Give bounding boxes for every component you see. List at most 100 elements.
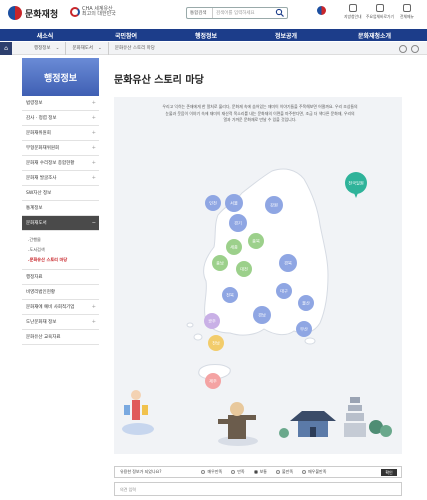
logo-text: 문화재청: [25, 9, 59, 20]
region-marker[interactable]: 전남: [208, 335, 224, 351]
region-label: 세종: [230, 244, 238, 251]
survey-submit-button[interactable]: 확인: [381, 469, 397, 476]
region-marker[interactable]: 강원: [265, 196, 283, 214]
region-marker[interactable]: 울산: [298, 295, 314, 311]
sidebar-item-nonprofit[interactable]: 비영리법인현황: [22, 285, 99, 300]
logo-emblem-icon: [8, 6, 22, 20]
region-marker[interactable]: 광주: [204, 313, 220, 329]
region-label: 대구: [280, 288, 288, 295]
sidebar-item-social-enterprise[interactable]: 문화재에 예비 사회적기업 +: [22, 300, 99, 315]
breadcrumb-level-2[interactable]: 문화재도서 ⌄: [66, 41, 109, 55]
sidebar-title: 행정정보: [22, 58, 99, 96]
sidebar-item-laws[interactable]: 법령정보 +: [22, 96, 99, 111]
sidebar-item-education[interactable]: 문화유산 교육자료: [22, 330, 99, 345]
main-navigation: 새소식 국민참여 행정정보 정보공개 문화재청소개: [0, 29, 427, 41]
sidebar-item-committee[interactable]: 문화재위원회 +: [22, 126, 99, 141]
home-icon[interactable]: ⌂: [0, 41, 12, 55]
survey-option-very-satisfied[interactable]: 매우만족: [201, 469, 222, 475]
shortcut-link[interactable]: 주요업체바로가기: [366, 4, 394, 20]
chevron-down-icon: ⌄: [55, 45, 60, 51]
regional-office-link[interactable]: 지방청안내: [344, 4, 361, 20]
region-marker[interactable]: 전국일원: [345, 172, 367, 198]
search-input[interactable]: 검색어를 입력하세요: [213, 10, 275, 16]
sidebar-submenu: · 간행물 · 도서검색 · 문화유산 스토리 마당: [22, 231, 99, 270]
sidebar-item-excavation[interactable]: 문화재 발굴조사 +: [22, 171, 99, 186]
radio-button[interactable]: [275, 470, 280, 474]
region-label: 충남: [216, 260, 224, 266]
region-marker[interactable]: 서울: [225, 194, 243, 212]
region-marker[interactable]: 제주: [205, 373, 221, 389]
sidebar-item-audit[interactable]: 감사 · 청렴 정보 +: [22, 111, 99, 126]
sidebar-item-sw-assets[interactable]: SW자산 정보: [22, 186, 99, 201]
sidebar-sub-publications[interactable]: · 간행물: [28, 235, 99, 245]
radio-button[interactable]: [201, 470, 206, 474]
plus-icon: +: [91, 115, 96, 121]
plus-icon: +: [91, 145, 96, 151]
heritage-logo[interactable]: CHA 세계유산 최고의 대한민국: [70, 7, 116, 17]
menu-icon: [402, 4, 411, 12]
radio-button[interactable]: [253, 470, 258, 474]
dancer-illustration: [122, 390, 154, 435]
radio-button[interactable]: [302, 470, 306, 474]
region-label: 대전: [240, 266, 248, 273]
search-icon[interactable]: [275, 8, 285, 18]
region-marker[interactable]: 충북: [248, 233, 264, 249]
nav-admin-info[interactable]: 행정정보: [162, 29, 250, 41]
sidebar-item-intangible-committee[interactable]: 무형문화재위원회 +: [22, 141, 99, 156]
trees-illustration: [279, 420, 392, 438]
sidebar-item-stolen[interactable]: 도난문화재 정보 +: [22, 315, 99, 330]
plus-icon: +: [91, 160, 96, 166]
region-marker[interactable]: 충남: [212, 255, 228, 271]
site-header: 문화재청 CHA 세계유산 최고의 대한민국 통합검색 검색어를 입력하세요 지…: [0, 0, 427, 28]
breadcrumb: ⌂ 행정정보 ⌄ 문화재도서 ⌄ 문화유산 스토리 마당: [0, 41, 427, 55]
satisfaction-survey: 유용한 정보가 되었나요? 매우만족 만족 보통 불만족 매우불만족 확인: [114, 466, 402, 478]
breadcrumb-current: 문화유산 스토리 마당: [114, 46, 155, 51]
region-marker[interactable]: 전북: [222, 287, 238, 303]
radio-button[interactable]: [231, 470, 236, 474]
region-label: 인천: [209, 200, 217, 206]
island: [193, 333, 203, 341]
region-marker[interactable]: 세종: [226, 239, 242, 255]
region-label: 광주: [208, 318, 216, 325]
nav-disclosure[interactable]: 정보공개: [250, 29, 322, 41]
region-marker[interactable]: 경기: [229, 214, 247, 232]
breadcrumb-level-1[interactable]: 행정정보 ⌄: [12, 41, 67, 55]
survey-option-very-dissatisfied[interactable]: 매우불만족: [302, 469, 326, 475]
region-label: 전북: [226, 292, 234, 299]
region-marker[interactable]: 경남: [253, 306, 271, 324]
all-menu-button[interactable]: 전체메뉴: [400, 4, 414, 20]
nav-news[interactable]: 새소식: [0, 29, 90, 41]
heritage-logo-text: CHA 세계유산 최고의 대한민국: [82, 6, 116, 17]
region-label: 경남: [258, 312, 266, 318]
survey-option-satisfied[interactable]: 만족: [231, 469, 245, 475]
sidebar-item-statistics[interactable]: 통계정보: [22, 201, 99, 216]
region-marker[interactable]: 대구: [276, 283, 292, 299]
print-icon[interactable]: [411, 45, 419, 53]
sidebar-item-books[interactable]: 문화재도서 −: [22, 216, 99, 231]
region-marker[interactable]: 부산: [296, 321, 312, 337]
survey-option-dissatisfied[interactable]: 불만족: [275, 469, 293, 475]
region-marker[interactable]: 대전: [236, 261, 252, 277]
region-label: 서울: [230, 200, 238, 207]
sidebar-item-admin-data[interactable]: 행정자료: [22, 270, 99, 285]
search-bar: 통합검색 검색어를 입력하세요: [186, 7, 288, 19]
search-scope-select[interactable]: 통합검색: [187, 8, 213, 18]
nav-participation[interactable]: 국민참여: [90, 29, 162, 41]
national-emblem-icon: [317, 6, 326, 15]
minus-icon: −: [91, 220, 96, 226]
opinion-input[interactable]: 의견 입력: [114, 482, 402, 496]
sidebar-item-repair[interactable]: 문화재 수리정보 종합현황 +: [22, 156, 99, 171]
site-logo[interactable]: 문화재청: [8, 6, 58, 20]
sidebar-sub-book-search[interactable]: · 도서검색: [28, 245, 99, 255]
region-label: 울산: [302, 300, 310, 306]
link-icon: [375, 4, 384, 12]
survey-option-neutral[interactable]: 보통: [253, 469, 267, 475]
sidebar-sub-story[interactable]: · 문화유산 스토리 마당: [28, 255, 99, 265]
region-marker[interactable]: 인천: [205, 195, 221, 211]
region-marker[interactable]: 경북: [279, 254, 297, 272]
nav-about[interactable]: 문화재청소개: [322, 29, 427, 41]
survey-question: 유용한 정보가 되었나요?: [120, 469, 162, 474]
island: [186, 322, 194, 328]
region-label: 강원: [270, 202, 278, 208]
share-icon[interactable]: [399, 45, 407, 53]
